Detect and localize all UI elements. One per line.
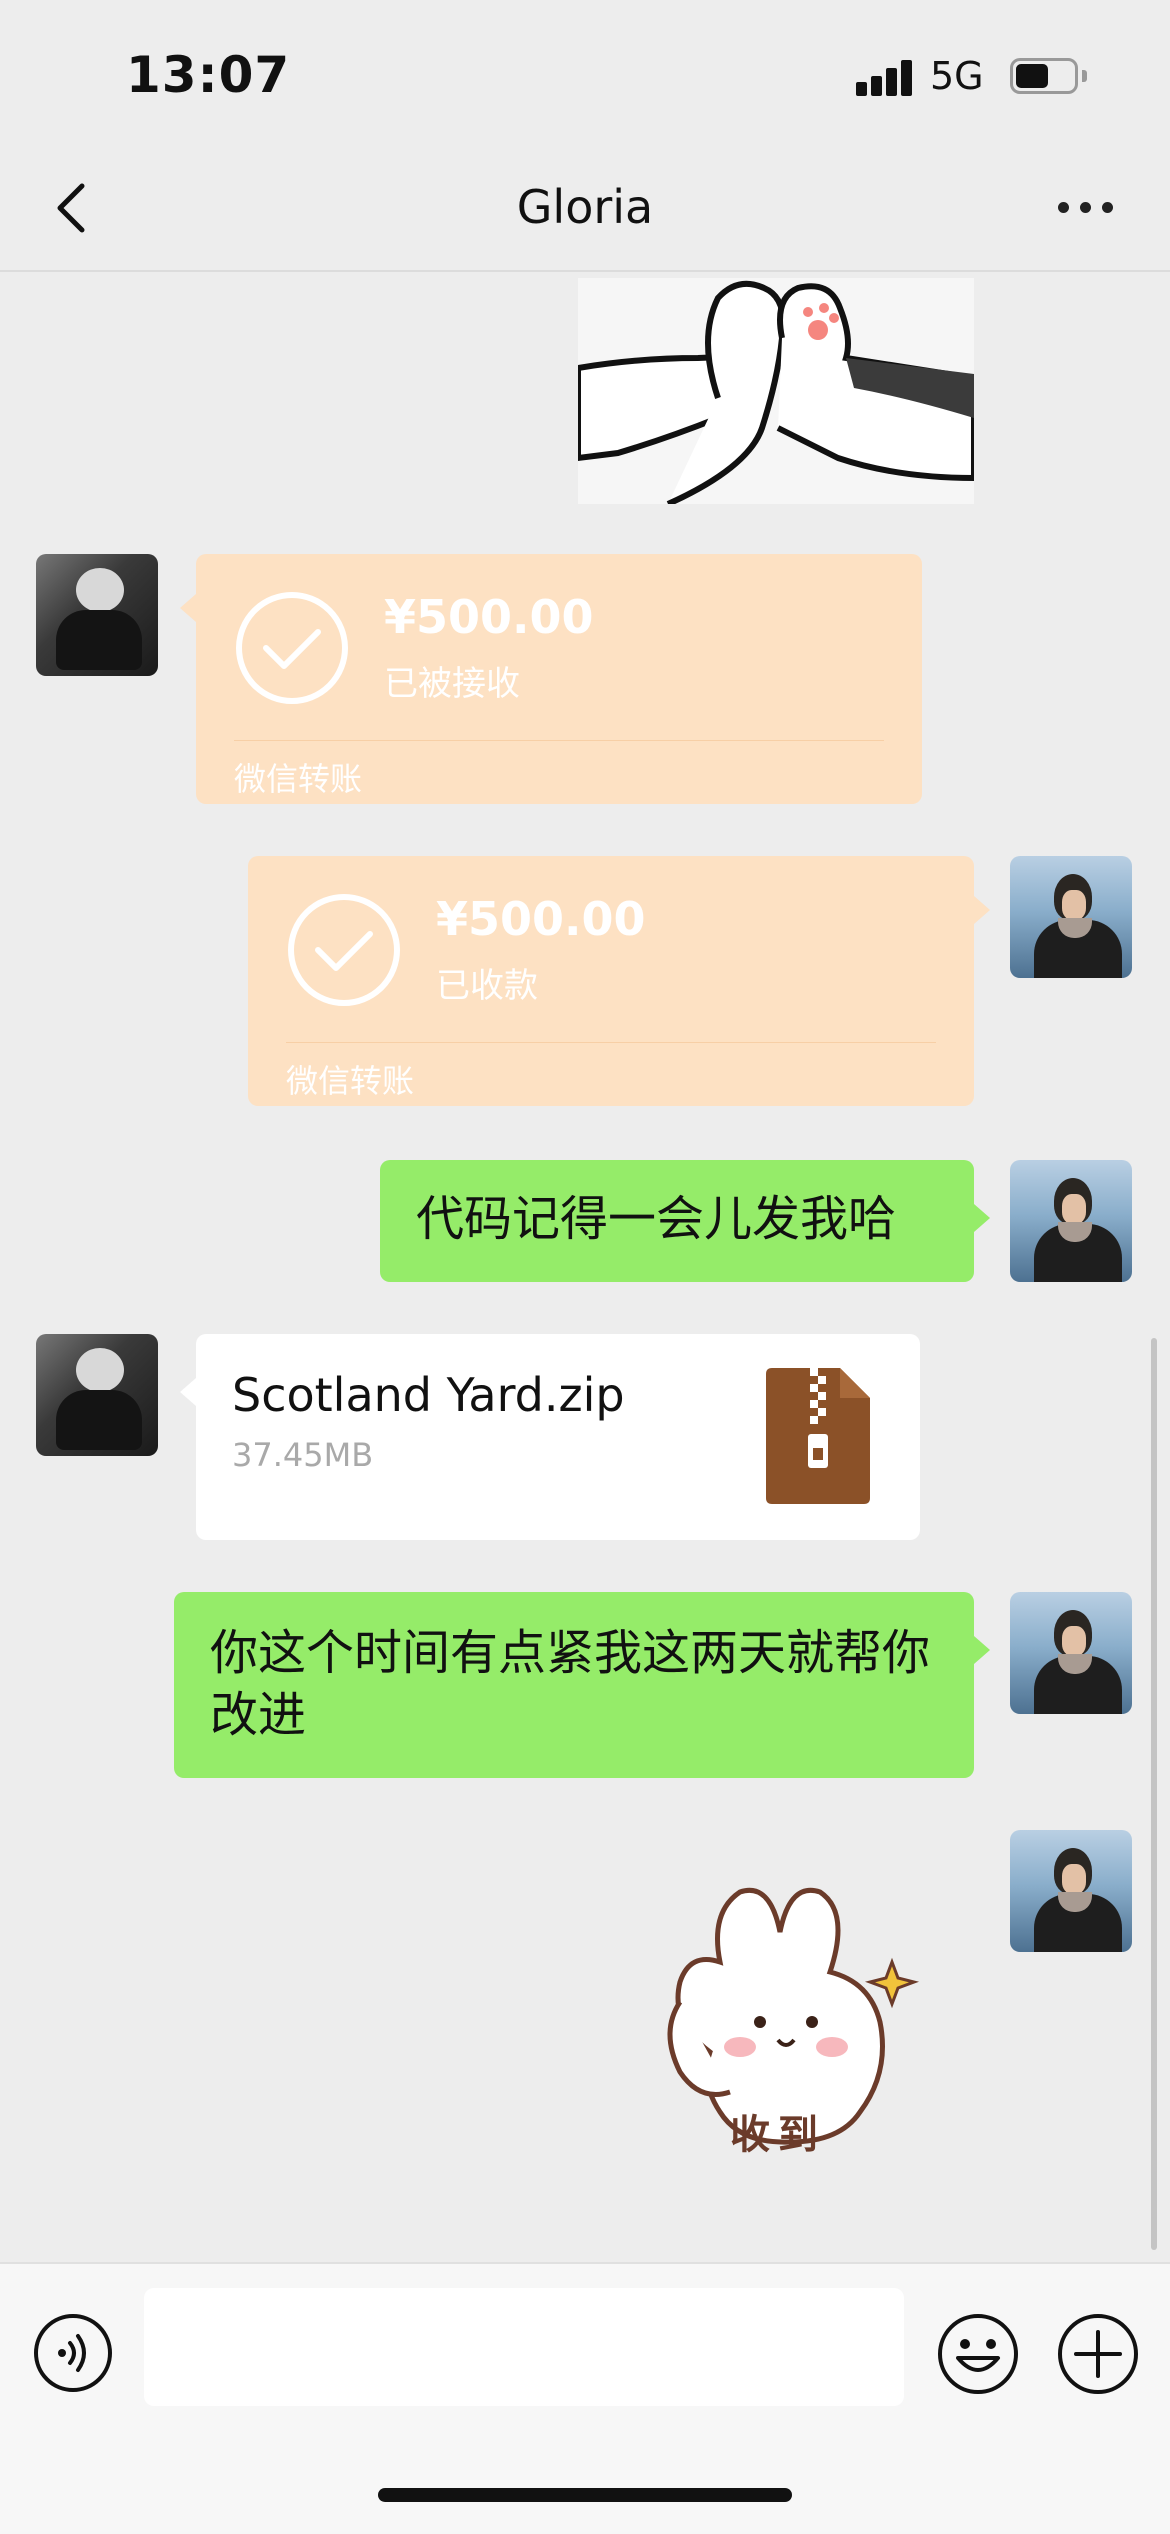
my-avatar[interactable] — [1010, 1592, 1132, 1714]
transfer-card-received[interactable]: ¥500.00 已被接收 微信转账 — [180, 554, 922, 804]
file-name: Scotland Yard.zip — [232, 1368, 625, 1422]
transfer-status: 已被接收 — [384, 664, 520, 704]
message-text: 你这个时间有点紧我这两天就帮你改进 — [210, 1625, 931, 1743]
transfer-card-sent[interactable]: ¥500.00 已收款 微信转账 — [248, 856, 990, 1106]
transfer-label: 微信转账 — [234, 760, 363, 798]
chat-area[interactable]: ¥500.00 已被接收 微信转账 ¥500.00 已收款 微信转账 代码记得一… — [0, 272, 1170, 2262]
transfer-amount: ¥500.00 — [384, 590, 594, 644]
chat-title: Gloria — [516, 180, 654, 234]
signal-icon — [856, 58, 916, 96]
message-bubble-sent[interactable]: 你这个时间有点紧我这两天就帮你改进 — [174, 1592, 990, 1778]
more-icon[interactable] — [1050, 188, 1120, 228]
friend-avatar[interactable] — [36, 1334, 158, 1456]
file-size: 37.45MB — [232, 1436, 374, 1474]
plus-icon[interactable] — [1056, 2312, 1140, 2396]
transfer-status: 已收款 — [436, 966, 538, 1006]
check-circle-icon — [288, 894, 400, 1006]
my-avatar[interactable] — [1010, 1830, 1132, 1952]
my-avatar[interactable] — [1010, 1160, 1132, 1282]
network-label: 5G — [930, 54, 984, 98]
file-message-card[interactable]: Scotland Yard.zip 37.45MB — [180, 1334, 920, 1540]
transfer-label: 微信转账 — [286, 1062, 415, 1100]
status-time: 13:07 — [126, 46, 291, 104]
transfer-amount: ¥500.00 — [436, 892, 646, 946]
message-bubble-sent[interactable]: 代码记得一会儿发我哈 — [380, 1160, 990, 1282]
voice-icon[interactable] — [32, 2312, 114, 2394]
message-input[interactable] — [144, 2288, 904, 2406]
battery-icon — [1010, 58, 1078, 94]
battery-tip — [1082, 70, 1087, 82]
message-text: 代码记得一会儿发我哈 — [416, 1191, 897, 1247]
zip-file-icon — [766, 1368, 870, 1504]
scrollbar[interactable] — [1151, 1338, 1157, 2250]
status-bar: 13:07 5G — [0, 0, 1170, 150]
friend-avatar[interactable] — [36, 554, 158, 676]
home-indicator[interactable] — [378, 2488, 792, 2502]
handshake-sticker[interactable] — [578, 278, 974, 504]
sticker-caption: 收到 — [730, 2112, 826, 2158]
emoji-icon[interactable] — [936, 2312, 1020, 2396]
my-avatar[interactable] — [1010, 856, 1132, 978]
check-circle-icon — [236, 592, 348, 704]
nav-bar: Gloria — [0, 150, 1170, 272]
